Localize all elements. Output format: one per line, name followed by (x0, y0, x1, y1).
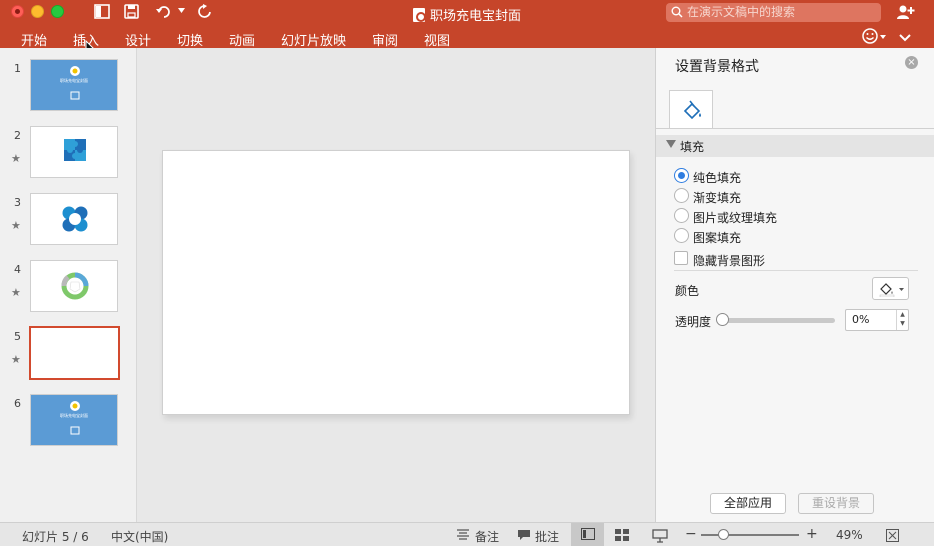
solid-fill-label: 纯色填充 (693, 171, 742, 185)
tab-transitions[interactable]: 切换 (177, 30, 203, 49)
animation-star-icon: ★ (11, 152, 21, 165)
fill-section-header[interactable]: 填充 (656, 135, 934, 157)
slide-sorter-view-icon[interactable] (615, 529, 630, 544)
puzzle-icon (64, 139, 86, 161)
slide-number: 6 (14, 397, 21, 410)
hide-background-graphics-checkbox[interactable] (674, 251, 688, 265)
transparency-label: 透明度 (675, 315, 712, 329)
flower-icon (62, 206, 88, 232)
slide-1-preview (70, 66, 80, 100)
hide-background-graphics-label: 隐藏背景图形 (693, 254, 766, 268)
paint-bucket-icon (878, 281, 906, 300)
reset-background-button[interactable]: 重设背景 (798, 493, 874, 514)
slide-1-thumb-text: 职场充电宝封面 (60, 78, 88, 83)
slide-thumbnail-3[interactable] (30, 193, 118, 245)
zoom-out-button[interactable]: − (685, 526, 697, 542)
status-bar: 幻灯片 5 / 6 中文(中国) 备注 批注 − + 49% (0, 522, 934, 546)
slide-6-preview (70, 401, 80, 435)
comments-button[interactable]: 批注 (535, 528, 559, 545)
slide-thumbnail-pane: 1 职场充电宝封面 2 ★ 3 ★ 4 ★ 5 ★ 6 职场充电宝封面 (0, 48, 137, 522)
collapse-triangle-icon (666, 140, 676, 148)
pane-title: 设置背景格式 (675, 59, 759, 75)
normal-view-icon (581, 528, 595, 543)
share-person-icon[interactable] (896, 4, 916, 23)
fill-tab[interactable] (669, 90, 713, 128)
picture-fill-radio[interactable] (674, 208, 689, 223)
pane-tab-divider (656, 128, 934, 129)
slide-thumbnail-2[interactable] (30, 126, 118, 178)
slide-number: 3 (14, 196, 21, 209)
gradient-fill-radio[interactable] (674, 188, 689, 203)
search-input[interactable]: 在演示文稿中的搜索 (666, 3, 881, 22)
search-icon (671, 5, 684, 24)
slide-number: 5 (14, 330, 21, 343)
tab-home[interactable]: 开始 (21, 30, 47, 49)
document-title-text: 职场充电宝封面 (429, 9, 521, 24)
slide-editing-canvas[interactable] (137, 48, 655, 522)
fit-to-window-icon[interactable] (886, 529, 899, 545)
fill-section-label: 填充 (680, 140, 705, 154)
solid-fill-radio[interactable] (674, 168, 689, 183)
slide-number: 1 (14, 62, 21, 75)
title-bar: 职场充电宝封面 在演示文稿中的搜索 (0, 0, 934, 26)
pattern-fill-label: 图案填充 (693, 231, 742, 245)
zoom-level[interactable]: 49% (836, 528, 863, 542)
tab-animations[interactable]: 动画 (229, 30, 255, 49)
zoom-slider-track[interactable] (701, 534, 799, 536)
search-placeholder: 在演示文稿中的搜索 (687, 5, 796, 19)
slide-number: 4 (14, 263, 21, 276)
ring-icon (61, 272, 89, 300)
current-slide[interactable] (162, 150, 630, 415)
notes-icon (456, 529, 470, 543)
pane-divider (674, 270, 918, 271)
zoom-slider-handle[interactable] (718, 529, 729, 540)
animation-star-icon: ★ (11, 353, 21, 366)
comments-icon (517, 529, 531, 544)
tab-review[interactable]: 审阅 (372, 30, 398, 49)
animation-star-icon: ★ (11, 286, 21, 299)
picture-fill-label: 图片或纹理填充 (693, 211, 778, 225)
slide-thumbnail-4[interactable] (30, 260, 118, 312)
collapse-ribbon-icon[interactable] (899, 31, 911, 45)
pattern-fill-radio[interactable] (674, 228, 689, 243)
tab-view[interactable]: 视图 (424, 30, 450, 49)
notes-button[interactable]: 备注 (475, 528, 499, 545)
slide-thumbnail-5[interactable] (29, 326, 120, 380)
color-label: 颜色 (675, 284, 700, 298)
color-picker-button[interactable] (872, 277, 909, 300)
gradient-fill-label: 渐变填充 (693, 191, 742, 205)
slide-number: 2 (14, 129, 21, 142)
animation-star-icon: ★ (11, 219, 21, 232)
transparency-value: 0% (852, 313, 870, 326)
format-background-pane: 设置背景格式 × 填充 纯色填充 渐变填充 图片或纹理填充 图案填充 隐藏背景图… (655, 48, 934, 522)
tab-slideshow[interactable]: 幻灯片放映 (281, 30, 346, 49)
paint-bucket-icon (681, 99, 703, 124)
slide-counter: 幻灯片 5 / 6 (22, 530, 89, 544)
close-pane-icon[interactable]: × (905, 56, 918, 69)
presentation-file-icon (412, 8, 426, 22)
transparency-slider-handle[interactable] (716, 313, 729, 326)
ribbon-tab-bar: 开始 插入 设计 切换 动画 幻灯片放映 审阅 视图 (0, 26, 934, 49)
apply-to-all-button[interactable]: 全部应用 (710, 493, 786, 514)
slide-thumbnail-6[interactable]: 职场充电宝封面 (30, 394, 118, 446)
slide-6-thumb-text: 职场充电宝封面 (60, 413, 88, 418)
language-indicator[interactable]: 中文(中国) (111, 528, 168, 545)
transparency-stepper[interactable]: ▲ ▼ (896, 310, 908, 330)
transparency-input[interactable]: 0% ▲ ▼ (845, 309, 909, 331)
zoom-in-button[interactable]: + (806, 526, 818, 542)
slide-thumbnail-1[interactable]: 职场充电宝封面 (30, 59, 118, 111)
tab-design[interactable]: 设计 (125, 30, 151, 49)
normal-view-button[interactable] (571, 523, 604, 546)
slideshow-view-icon[interactable] (652, 529, 668, 546)
transparency-slider-track[interactable] (719, 318, 835, 323)
smiley-feedback-icon[interactable] (862, 28, 888, 47)
